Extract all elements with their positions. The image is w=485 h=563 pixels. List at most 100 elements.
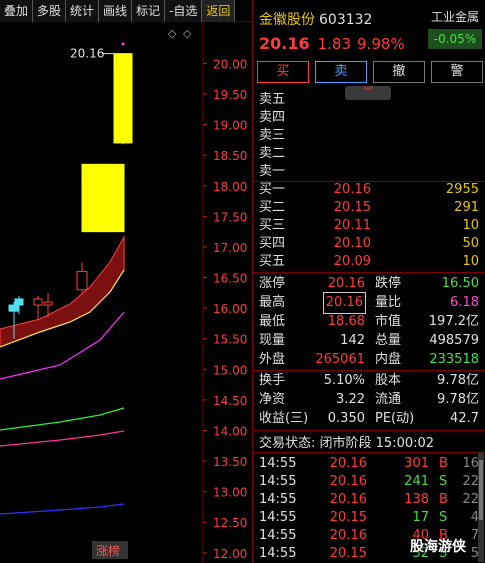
y-tick-label: 19.50 [213, 88, 247, 102]
current-volume-stat: 现量 142 [259, 331, 365, 351]
net-assets-stat: 净资 3.22 [259, 390, 365, 410]
stat-label: 股本 [375, 373, 402, 388]
turnover-stat: 换手 5.10% [259, 371, 365, 391]
share-capital-stat: 股本 9.78亿 [375, 371, 479, 391]
limit-down-stat: 跌停 16.50 [375, 274, 479, 294]
total-volume-value: 498579 [429, 333, 479, 348]
remove-watchlist-button[interactable]: -自选 [165, 0, 203, 22]
bid-row: 买四 20.10 50 [259, 234, 483, 254]
y-tick-label: 17.00 [213, 241, 247, 255]
rank-badge-label: 涨榜 [96, 543, 120, 558]
stat-label: 收益(三) [259, 411, 309, 426]
bid-volume: 50 [462, 236, 479, 251]
tick-time: 14:55 [259, 492, 297, 507]
trade-actions: 买 卖 撤 警 [257, 61, 483, 83]
stat-label: 市值 [375, 314, 402, 329]
y-tick-label: 13.50 [213, 455, 247, 469]
ma-line-pink [0, 430, 125, 447]
alert-button[interactable]: 警 [431, 61, 483, 83]
candle-body [8, 304, 20, 312]
limit-down-value: 16.50 [441, 276, 479, 291]
ask-row: 卖五 [259, 90, 483, 110]
stat-label: 现量 [259, 333, 286, 348]
current-volume-value: 142 [340, 333, 365, 348]
mark-button[interactable]: 标记 [132, 0, 166, 22]
bid-label: 买四 [259, 236, 286, 251]
stats-divider [253, 272, 485, 273]
bid-price: 20.09 [333, 254, 371, 269]
back-button[interactable]: 返回 [202, 0, 236, 22]
high-price-label: 20.16 [70, 47, 104, 61]
tick-volume: 301 [404, 456, 429, 471]
float-shares-stat: 流通 9.78亿 [375, 390, 479, 410]
tick-price: 20.15 [329, 510, 367, 525]
y-tick-label: 16.00 [213, 302, 247, 316]
stat-label: 外盘 [259, 352, 286, 367]
tick-volume: 17 [412, 510, 429, 525]
stock-code: 603132 [319, 12, 373, 28]
inner-volume-stat: 内盘 233518 [375, 350, 479, 370]
industry-name: 工业金属 [430, 10, 479, 24]
industry-box[interactable]: 工业金属 -0.05% [428, 8, 482, 49]
cancel-order-button[interactable]: 撤 [373, 61, 425, 83]
stock-name: 金徽股份 [259, 12, 315, 28]
pe-stat: PE(动) 42.7 [375, 409, 479, 429]
outer-volume-value: 265061 [315, 352, 365, 367]
inner-volume-value: 233518 [429, 352, 479, 367]
tick-row: 14:55 20.15 17 S 4 [259, 509, 483, 527]
net-assets-value: 3.22 [336, 392, 365, 407]
ask-label: 卖三 [259, 128, 286, 143]
ask-row: 卖三 [259, 126, 483, 146]
volume-ratio-stat: 量比 6.18 [375, 293, 479, 313]
bid-row: 买二 20.15 291 [259, 198, 483, 218]
stat-label: 换手 [259, 373, 286, 388]
tick-scrollbar[interactable] [478, 452, 484, 562]
overlay-button[interactable]: 叠加 [0, 0, 34, 22]
limit-up-value: 20.16 [327, 276, 365, 291]
channel-band [0, 235, 125, 348]
bid-label: 买一 [259, 182, 286, 197]
statistics-button[interactable]: 统计 [66, 0, 100, 22]
bid-row: 买三 20.11 10 [259, 216, 483, 236]
draw-line-button[interactable]: 画线 [99, 0, 133, 22]
stock-header: 金徽股份 603132 [259, 9, 372, 29]
tick-side: S [439, 510, 448, 525]
stat-label: 净资 [259, 392, 286, 407]
tick-time: 14:55 [259, 546, 297, 561]
ask-label: 卖四 [259, 110, 286, 125]
tick-time: 14:55 [259, 510, 297, 525]
bid-volume: 291 [454, 200, 479, 215]
candle-body [43, 301, 53, 306]
sell-button[interactable]: 卖 [315, 61, 367, 83]
limit-up-stat: 涨停 20.16 [259, 274, 365, 294]
chart-canvas[interactable]: 20.00 19.50 19.00 18.50 18.00 17.50 17.00 16.50… [0, 22, 252, 563]
tick-price: 20.16 [329, 492, 367, 507]
eps-value: 0.350 [327, 411, 365, 426]
candle-body [81, 163, 125, 233]
signal-dot [121, 42, 125, 46]
watermark-text: 股海游侠 [410, 539, 466, 555]
chart-toolbar: 叠加 多股 统计 画线 标记 -自选 返回 [0, 0, 252, 22]
y-tick-label: 13.00 [213, 486, 247, 500]
tick-side: B [439, 492, 448, 507]
multi-stock-button[interactable]: 多股 [33, 0, 67, 22]
ticks-divider [253, 452, 485, 453]
y-tick-label: 12.00 [213, 547, 247, 561]
price-change: 1.83 [317, 35, 352, 53]
candlestick-chart[interactable]: 20.00 19.50 19.00 18.50 18.00 17.50 17.00 16.50… [0, 22, 252, 563]
ma-line-green [0, 407, 125, 431]
price-line: 20.16 1.83 9.98% [259, 34, 411, 53]
y-tick-label: 18.50 [213, 149, 247, 163]
bid-price: 20.10 [333, 236, 371, 251]
tick-count: 16 [462, 456, 479, 471]
tick-side: B [439, 456, 448, 471]
bid-volume: 2955 [445, 182, 479, 197]
market-cap-stat: 市值 197.2亿 [375, 312, 479, 332]
low-stat: 最低 18.68 [259, 312, 365, 332]
last-price: 20.16 [259, 34, 310, 53]
high-stat: 最高 20.16 [259, 292, 367, 314]
buy-button[interactable]: 买 [257, 61, 309, 83]
tick-price: 20.16 [329, 474, 367, 489]
y-tick-label: 20.00 [213, 57, 247, 71]
quote-panel: 金徽股份 603132 20.16 1.83 9.98% 工业金属 -0.05% 买 … [252, 0, 485, 563]
